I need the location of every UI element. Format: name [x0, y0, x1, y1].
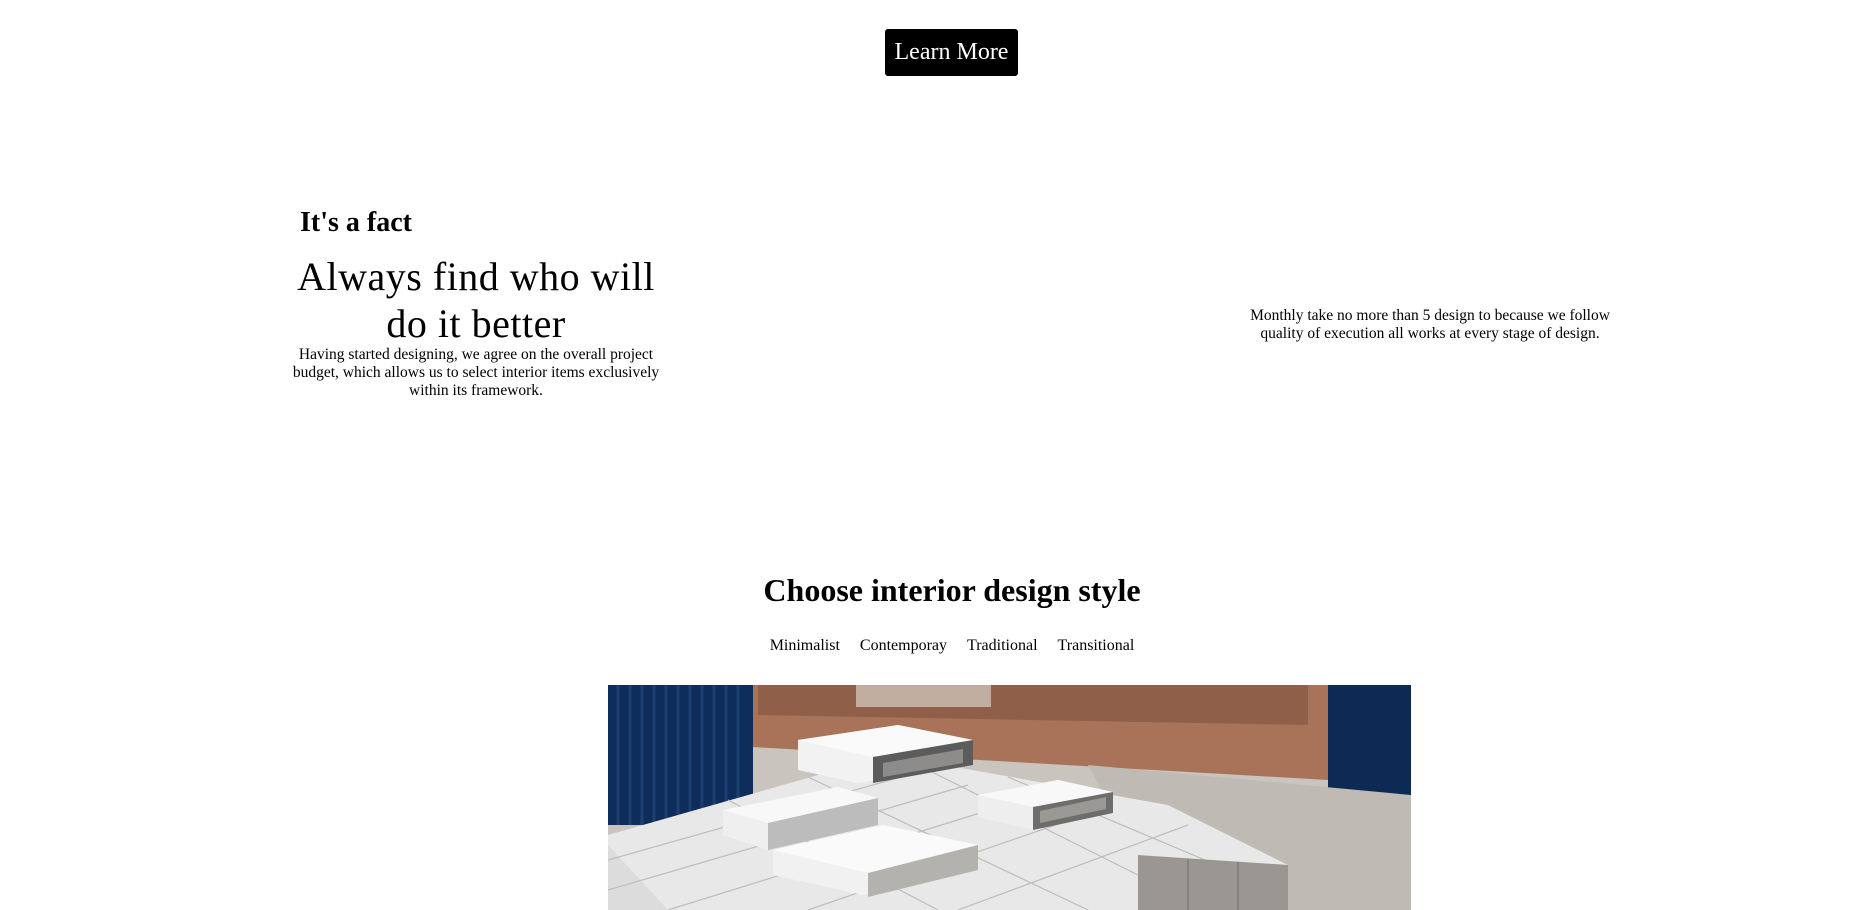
fact-heading: Always find who will do it better: [297, 254, 655, 346]
tab-transitional[interactable]: Transitional: [1058, 636, 1135, 656]
blue-door-panel: [1328, 685, 1411, 795]
tab-contemporary[interactable]: Contemporay: [860, 636, 947, 656]
page: Learn More It's a fact Always find who w…: [0, 0, 1872, 910]
tab-minimalist[interactable]: Minimalist: [770, 636, 840, 656]
fact-eyebrow: It's a fact: [300, 207, 412, 238]
monthly-note: Monthly take no more than 5 design to be…: [1250, 307, 1610, 342]
fact-description: Having started designing, we agree on th…: [292, 346, 660, 399]
design-style-tabs: Minimalist Contemporay Traditional Trans…: [0, 636, 1872, 656]
window-frame: [856, 685, 991, 707]
tab-traditional[interactable]: Traditional: [967, 636, 1038, 656]
interior-hero-image: [608, 685, 1411, 910]
design-style-title: Choose interior design style: [763, 572, 1141, 608]
learn-more-button[interactable]: Learn More: [885, 29, 1018, 76]
interior-illustration: [608, 685, 1411, 910]
